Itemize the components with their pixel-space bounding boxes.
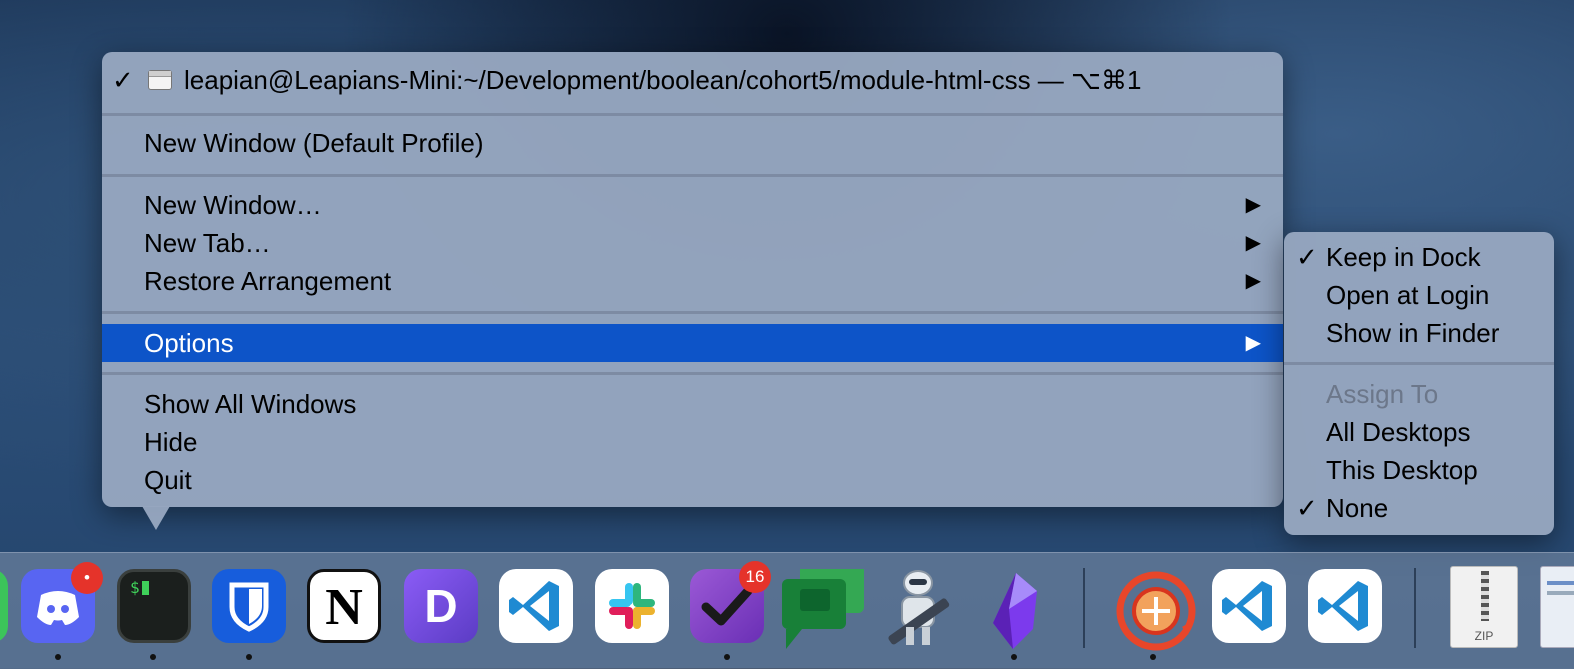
document-line: [1547, 591, 1574, 595]
running-indicator: [246, 654, 252, 660]
running-indicator: [55, 654, 61, 660]
notification-badge: •: [71, 562, 103, 594]
menu-item-window[interactable]: ✓ leapian@Leapians-Mini:~/Development/bo…: [102, 61, 1283, 99]
document-line: [1547, 581, 1574, 585]
terminal-cursor: [142, 581, 149, 595]
submenu-arrow-icon: ▶: [1245, 270, 1261, 292]
checkmark-icon: ✓: [1296, 493, 1318, 523]
menu-item-label: Restore Arrangement: [144, 266, 392, 296]
submenu-arrow-icon: ▶: [1245, 332, 1261, 354]
menu-item-new-window[interactable]: New Window… ▶: [102, 186, 1283, 224]
document-icon[interactable]: [1540, 566, 1574, 648]
vscode-icon-3[interactable]: [1308, 569, 1382, 643]
submenu-item-label: None: [1326, 493, 1389, 523]
vscode-icon[interactable]: [499, 569, 573, 643]
menu-item-restore-arrangement[interactable]: Restore Arrangement ▶: [102, 262, 1283, 300]
submenu-item-label: All Desktops: [1326, 417, 1471, 447]
menu-item-new-window-default[interactable]: New Window (Default Profile): [102, 124, 1283, 162]
menu-separator: [1284, 362, 1554, 365]
submenu-item-label: Keep in Dock: [1326, 242, 1481, 272]
dock-divider: [1414, 568, 1416, 648]
menu-item-quit[interactable]: Quit: [102, 461, 1283, 499]
terminal-window-icon: [148, 70, 172, 90]
running-indicator: [1011, 654, 1017, 660]
submenu-section-header: Assign To: [1326, 379, 1439, 409]
automator-icon[interactable]: [878, 569, 952, 645]
submenu-item-show-in-finder[interactable]: Show in Finder: [1284, 314, 1554, 352]
submenu-item-open-at-login[interactable]: Open at Login: [1284, 276, 1554, 314]
menu-separator: [102, 372, 1283, 375]
running-indicator: [724, 654, 730, 660]
menu-item-new-tab[interactable]: New Tab… ▶: [102, 224, 1283, 262]
submenu-arrow-icon: ▶: [1245, 194, 1261, 216]
running-indicator: [1150, 654, 1156, 660]
dash-glyph: D: [424, 580, 458, 632]
menu-item-show-all-windows[interactable]: Show All Windows: [102, 385, 1283, 423]
dash-icon[interactable]: D: [404, 569, 478, 643]
menu-item-label: Options: [144, 328, 234, 358]
menu-item-hide[interactable]: Hide: [102, 423, 1283, 461]
submenu-item-label: This Desktop: [1326, 455, 1478, 485]
submenu-item-keep-in-dock[interactable]: ✓ Keep in Dock: [1284, 238, 1554, 276]
submenu-item-label: Show in Finder: [1326, 318, 1500, 348]
menu-item-options[interactable]: Options ▶: [102, 324, 1283, 362]
time-machine-icon[interactable]: [1114, 569, 1196, 651]
dock-context-menu: ✓ leapian@Leapians-Mini:~/Development/bo…: [102, 52, 1283, 507]
terminal-icon[interactable]: $: [117, 569, 191, 643]
checkmark-icon: ✓: [112, 65, 134, 95]
menu-separator: [102, 174, 1283, 177]
menu-item-label: New Window…: [144, 190, 322, 220]
obsidian-icon[interactable]: [979, 569, 1053, 649]
menu-separator: [102, 113, 1283, 116]
partial-app-icon[interactable]: [0, 569, 8, 643]
menu-item-label: Hide: [144, 427, 198, 457]
options-submenu: ✓ Keep in Dock Open at Login Show in Fin…: [1284, 232, 1554, 535]
menu-item-label: Quit: [144, 465, 192, 495]
menu-pointer: [142, 506, 170, 530]
running-indicator: [150, 654, 156, 660]
bitwarden-icon[interactable]: [212, 569, 286, 643]
zipper-icon: [1481, 571, 1489, 621]
notion-icon[interactable]: N: [307, 569, 381, 643]
vscode-icon-2[interactable]: [1212, 569, 1286, 643]
submenu-item-this-desktop[interactable]: This Desktop: [1284, 451, 1554, 489]
dock-divider: [1083, 568, 1085, 648]
google-chat-icon[interactable]: [782, 563, 864, 649]
slack-icon[interactable]: [595, 569, 669, 643]
submenu-item-label: Open at Login: [1326, 280, 1490, 310]
notification-badge: 16: [739, 561, 771, 593]
notion-glyph: N: [325, 579, 363, 636]
terminal-prompt-glyph: $: [130, 578, 140, 597]
submenu-arrow-icon: ▶: [1245, 232, 1261, 254]
menu-item-label: New Tab…: [144, 228, 271, 258]
zip-file-icon[interactable]: ZIP: [1450, 566, 1518, 648]
menu-separator: [102, 311, 1283, 314]
submenu-item-all-desktops[interactable]: All Desktops: [1284, 413, 1554, 451]
checkmark-icon: ✓: [1296, 242, 1318, 272]
submenu-header-assign-to: Assign To: [1284, 375, 1554, 413]
submenu-item-none[interactable]: ✓ None: [1284, 489, 1554, 527]
zip-label: ZIP: [1474, 629, 1494, 643]
menu-item-label: New Window (Default Profile): [144, 128, 484, 158]
menu-item-label: Show All Windows: [144, 389, 357, 419]
window-title-label: leapian@Leapians-Mini:~/Development/bool…: [184, 65, 1142, 95]
